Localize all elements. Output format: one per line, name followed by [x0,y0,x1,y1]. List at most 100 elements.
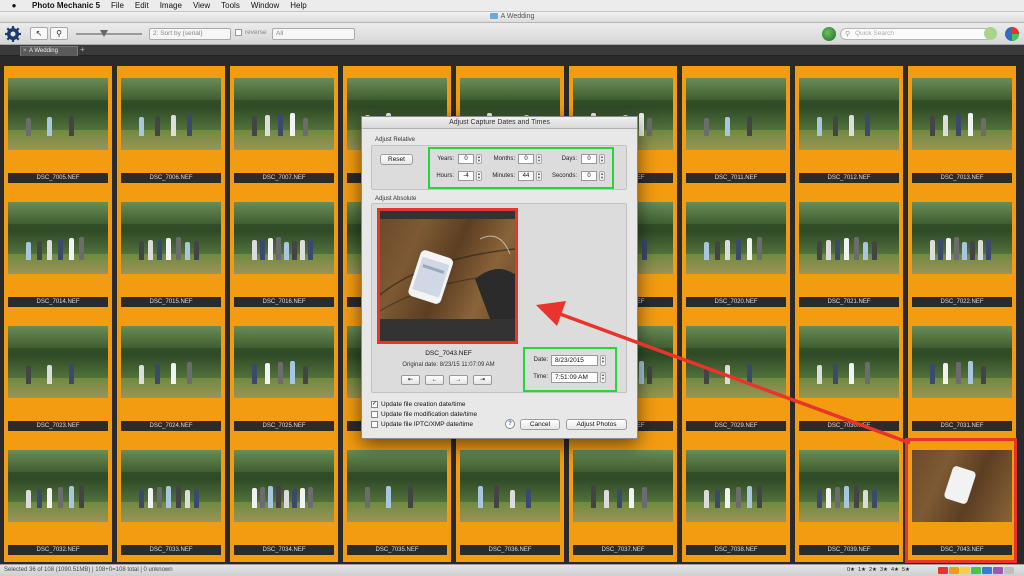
thumbnail-cell[interactable]: DSC_7014.NEF [4,190,112,314]
thumbnail-cell[interactable]: DSC_7024.NEF [117,314,225,438]
next-photo-button[interactable]: → [449,375,468,385]
adjust-photos-button[interactable]: Adjust Photos [566,419,627,430]
color-filter-chip[interactable] [982,567,992,574]
menu-tools[interactable]: Tools [221,1,240,10]
close-tab-icon[interactable]: × [23,47,27,56]
menu-file[interactable]: File [111,1,124,10]
rating-filter-0[interactable]: 0★ [847,567,855,575]
thumbnail-image[interactable] [686,78,786,150]
thumbnail-background [686,78,786,100]
gear-icon[interactable] [4,25,22,43]
menu-help[interactable]: Help [290,1,306,10]
color-filter-chip[interactable] [938,567,948,574]
filter-select[interactable]: All [272,28,355,40]
thumbnail-image[interactable] [799,202,899,274]
thumbnail-cell[interactable]: DSC_7037.NEF [569,438,677,562]
thumbnail-image[interactable] [347,450,447,522]
update-iptc-checkbox[interactable] [371,421,378,428]
thumbnail-image[interactable] [799,326,899,398]
thumbnail-cell[interactable]: DSC_7030.NEF [795,314,903,438]
thumbnail-image[interactable] [8,450,108,522]
thumbnail-cell[interactable]: DSC_7032.NEF [4,438,112,562]
thumbnail-cell[interactable]: DSC_7006.NEF [117,66,225,190]
thumbnail-cell[interactable]: DSC_7012.NEF [795,66,903,190]
thumbnail-cell[interactable]: DSC_7020.NEF [682,190,790,314]
thumbnail-image[interactable] [799,78,899,150]
previous-photo-button[interactable]: ← [425,375,444,385]
thumbnail-image[interactable] [8,78,108,150]
arrow-tool-icon[interactable]: ↖ [30,27,48,40]
rating-filter-3[interactable]: 3★ [880,567,888,575]
color-filter-chip[interactable] [971,567,981,574]
thumbnail-cell[interactable]: DSC_7022.NEF [908,190,1016,314]
thumbnail-image[interactable] [234,326,334,398]
status-circle-icon[interactable] [984,27,997,40]
thumbnail-cell[interactable]: DSC_7035.NEF [343,438,451,562]
thumbnail-cell[interactable]: DSC_7038.NEF [682,438,790,562]
globe-icon[interactable] [822,27,836,41]
thumbnail-image[interactable] [121,326,221,398]
color-filter-chip[interactable] [993,567,1003,574]
thumbnail-cell[interactable]: DSC_7039.NEF [795,438,903,562]
color-filter-chip[interactable] [1004,567,1014,574]
thumbnail-cell[interactable]: DSC_7034.NEF [230,438,338,562]
quick-search-input[interactable]: ⚲ Quick Search [840,28,992,40]
thumbnail-cell[interactable]: DSC_7011.NEF [682,66,790,190]
slider-knob[interactable] [100,30,108,37]
apple-menu-icon[interactable]: ● [8,1,20,10]
menu-edit[interactable]: Edit [135,1,149,10]
thumbnail-cell[interactable]: DSC_7023.NEF [4,314,112,438]
menu-image[interactable]: Image [160,1,182,10]
first-photo-button[interactable]: ⇤ [401,375,420,385]
reverse-checkbox[interactable] [235,29,242,36]
reset-button[interactable]: Reset [380,154,413,165]
update-creation-checkbox[interactable]: ✓ [371,401,378,408]
thumbnail-cell[interactable]: DSC_7029.NEF [682,314,790,438]
thumbnail-image[interactable] [912,202,1012,274]
menu-app[interactable]: Photo Mechanic 5 [32,1,100,10]
thumbnail-size-slider[interactable] [76,30,142,37]
last-photo-button[interactable]: ⇥ [473,375,492,385]
rating-filter-1[interactable]: 1★ [858,567,866,575]
thumbnail-image[interactable] [686,202,786,274]
thumbnail-image[interactable] [8,202,108,274]
thumbnail-cell[interactable]: DSC_7033.NEF [117,438,225,562]
rating-filter-2[interactable]: 2★ [869,567,877,575]
thumbnail-cell[interactable]: DSC_7021.NEF [795,190,903,314]
thumbnail-cell[interactable]: DSC_7013.NEF [908,66,1016,190]
thumbnail-cell[interactable]: DSC_7036.NEF [456,438,564,562]
thumbnail-image[interactable] [573,450,673,522]
thumbnail-cell[interactable]: DSC_7015.NEF [117,190,225,314]
thumbnail-cell[interactable]: DSC_7031.NEF [908,314,1016,438]
update-modification-checkbox[interactable] [371,411,378,418]
thumbnail-cell[interactable]: DSC_7007.NEF [230,66,338,190]
thumbnail-image[interactable] [8,326,108,398]
zoom-tool-icon[interactable]: ⚲ [50,27,68,40]
thumbnail-image[interactable] [121,202,221,274]
thumbnail-image[interactable] [912,326,1012,398]
add-tab-icon[interactable]: + [80,45,85,54]
thumbnail-cell[interactable]: DSC_7005.NEF [4,66,112,190]
thumbnail-image[interactable] [912,78,1012,150]
thumbnail-image[interactable] [121,78,221,150]
sort-select[interactable]: 2: Sort by {serial} [149,28,231,40]
rating-filter-4[interactable]: 4★ [891,567,899,575]
menu-view[interactable]: View [193,1,210,10]
thumbnail-image[interactable] [686,326,786,398]
help-button[interactable]: ? [505,419,515,429]
thumbnail-cell[interactable]: DSC_7025.NEF [230,314,338,438]
thumbnail-image[interactable] [234,78,334,150]
thumbnail-image[interactable] [234,202,334,274]
cancel-button[interactable]: Cancel [520,419,560,430]
color-filter-chip[interactable] [949,567,959,574]
thumbnail-image[interactable] [686,450,786,522]
rating-filter-5[interactable]: 5★ [902,567,910,575]
thumbnail-image[interactable] [121,450,221,522]
thumbnail-image[interactable] [799,450,899,522]
thumbnail-image[interactable] [460,450,560,522]
thumbnail-cell[interactable]: DSC_7016.NEF [230,190,338,314]
thumbnail-image[interactable] [234,450,334,522]
menu-window[interactable]: Window [251,1,279,10]
tab-a-wedding[interactable]: × A Wedding [20,46,78,56]
color-filter-chip[interactable] [960,567,970,574]
